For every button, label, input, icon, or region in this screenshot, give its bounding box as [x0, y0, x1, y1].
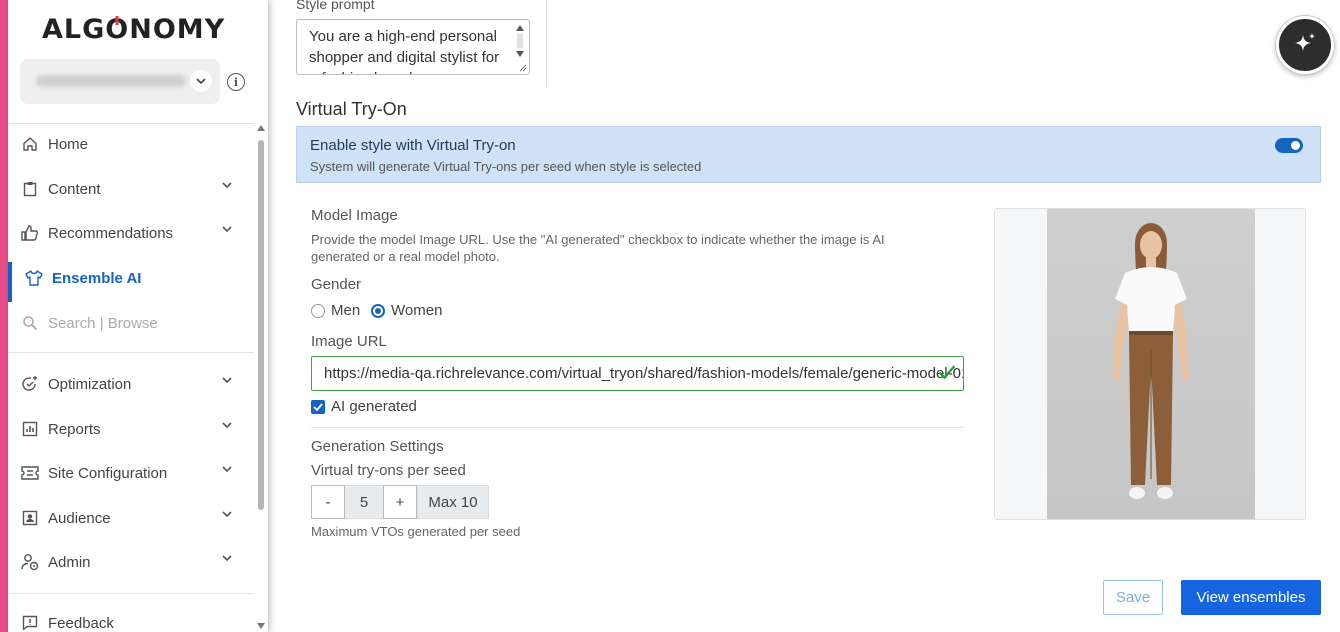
image-url-input[interactable]: https://media-qa.richrelevance.com/virtu…: [311, 356, 964, 391]
radio-checked-icon: [371, 303, 385, 318]
nav-label: Recommendations: [48, 224, 174, 242]
admin-icon: [20, 552, 40, 572]
nav-divider: [8, 352, 254, 353]
nav-label: Search | Browse: [48, 314, 158, 332]
style-prompt-value: You are a high-end personal shopper and …: [309, 28, 500, 74]
reports-icon: [20, 419, 40, 439]
nav-item-home[interactable]: Home: [8, 124, 254, 164]
textarea-scroll-icon[interactable]: [515, 24, 525, 58]
sidebar-scroll-thumb[interactable]: [258, 140, 264, 510]
search-icon: [20, 313, 40, 333]
model-photo: [1047, 209, 1255, 519]
vto-toggle[interactable]: [1275, 138, 1303, 153]
main-content: Style prompt You are a high-end personal…: [268, 0, 1340, 632]
gender-label: Gender: [311, 276, 362, 293]
thumbs-up-icon: [20, 223, 40, 243]
nav-label: Home: [48, 135, 89, 153]
checkbox-checked-icon: [311, 399, 325, 414]
nav-label: Feedback: [48, 614, 114, 632]
section-divider: [311, 427, 964, 428]
vto-enable-banner: Enable style with Virtual Try-on System …: [296, 126, 1321, 183]
ai-generated-checkbox[interactable]: AI generated: [311, 398, 417, 415]
nav-item-search-browse[interactable]: Search | Browse: [8, 303, 254, 343]
save-button[interactable]: Save: [1103, 580, 1163, 615]
vto-count-stepper: - 5 + Max 10: [311, 485, 489, 519]
nav-label: Reports: [48, 420, 101, 438]
column-divider: [546, 0, 547, 86]
ai-assistant-button[interactable]: [1276, 16, 1334, 74]
nav-label: Site Configuration: [48, 464, 168, 482]
chevron-down-icon: [222, 182, 232, 188]
radio-icon: [311, 303, 325, 318]
accent-bar: [0, 0, 8, 632]
nav-item-content[interactable]: Content: [8, 169, 254, 209]
vto-banner-description: System will generate Virtual Try-ons per…: [310, 159, 702, 174]
decrement-button[interactable]: -: [311, 485, 345, 519]
nav-label: Audience: [48, 509, 111, 527]
chevron-down-icon: [222, 377, 232, 383]
nav-item-audience[interactable]: Audience: [8, 498, 254, 538]
audience-icon: [20, 508, 40, 528]
increment-button[interactable]: +: [383, 485, 417, 519]
chevron-down-icon: [222, 466, 232, 472]
view-ensembles-button[interactable]: View ensembles: [1181, 580, 1321, 615]
chevron-down-icon[interactable]: [190, 70, 212, 92]
account-name-redacted: [36, 75, 186, 87]
nav-label: Optimization: [48, 375, 132, 393]
nav-item-site-configuration[interactable]: Site Configuration: [8, 453, 254, 493]
ai-generated-label: AI generated: [331, 398, 417, 415]
section-title: Virtual Try-On: [296, 99, 407, 119]
stepper-helper-text: Maximum VTOs generated per seed: [311, 524, 521, 539]
scroll-down-icon[interactable]: [256, 622, 266, 630]
style-prompt-label: Style prompt: [296, 0, 375, 12]
model-image-title: Model Image: [311, 207, 398, 224]
model-figure-image: [1113, 223, 1189, 499]
site-config-icon: [20, 463, 40, 483]
gender-option-label: Women: [391, 302, 443, 319]
image-url-label: Image URL: [311, 333, 387, 350]
stepper-value[interactable]: 5: [345, 485, 383, 519]
resize-handle-icon[interactable]: [519, 64, 527, 72]
sparkle-icon: [1295, 33, 1315, 51]
nav-label: Admin: [48, 553, 91, 571]
optimization-icon: [20, 374, 40, 394]
home-icon: [20, 134, 40, 154]
chevron-down-icon: [222, 422, 232, 428]
nav-item-recommendations[interactable]: Recommendations: [8, 213, 254, 253]
nav-item-feedback[interactable]: Feedback: [8, 603, 254, 632]
nav-divider: [8, 593, 254, 594]
model-image-preview: [994, 208, 1306, 520]
gender-radio-men[interactable]: Men: [311, 302, 360, 319]
nav-item-admin[interactable]: Admin: [8, 542, 254, 582]
model-image-description: Provide the model Image URL. Use the "AI…: [311, 232, 885, 264]
info-icon[interactable]: i: [227, 73, 245, 91]
nav-item-ensemble-ai[interactable]: Ensemble AI: [8, 258, 254, 302]
chevron-down-icon: [222, 226, 232, 232]
per-seed-label: Virtual try-ons per seed: [311, 462, 466, 479]
chevron-down-icon: [222, 555, 232, 561]
vto-banner-title: Enable style with Virtual Try-on: [310, 137, 516, 154]
nav-label: Ensemble AI: [52, 269, 142, 287]
sidebar: ALGONOMY i Home Content Recommendations …: [8, 0, 268, 632]
chevron-down-icon: [222, 511, 232, 517]
generation-settings-title: Generation Settings: [311, 438, 444, 455]
nav-label: Content: [48, 180, 101, 198]
scroll-up-icon[interactable]: [256, 124, 266, 132]
hanger-icon: [24, 268, 44, 288]
style-prompt-textarea[interactable]: You are a high-end personal shopper and …: [296, 19, 530, 75]
valid-check-icon: [938, 365, 956, 380]
nav-item-optimization[interactable]: Optimization: [8, 364, 254, 404]
nav-item-reports[interactable]: Reports: [8, 409, 254, 449]
algonomy-logo[interactable]: ALGONOMY: [42, 14, 225, 45]
account-select[interactable]: [20, 59, 220, 104]
gender-radio-women[interactable]: Women: [371, 302, 442, 319]
clipboard-icon: [20, 179, 40, 199]
feedback-icon: [20, 613, 40, 632]
max-label: Max 10: [417, 485, 489, 519]
gender-option-label: Men: [331, 302, 361, 319]
